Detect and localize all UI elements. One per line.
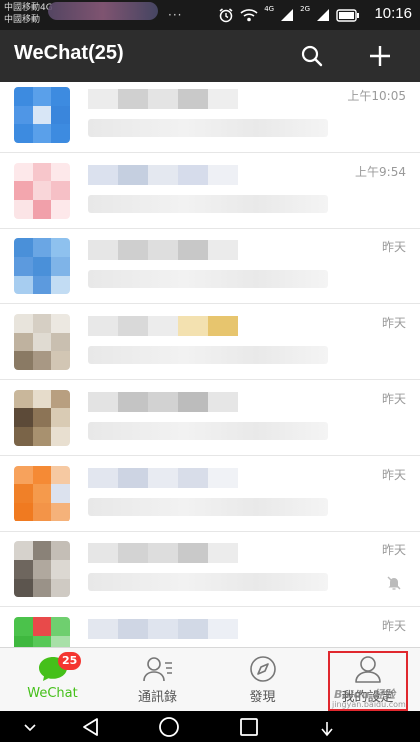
- alarm-icon: [218, 7, 234, 23]
- network-type-label-2: 2G: [300, 5, 310, 13]
- chat-row[interactable]: 昨天: [0, 228, 420, 305]
- avatar: [14, 616, 70, 647]
- chat-time: 昨天: [381, 618, 406, 633]
- chat-row[interactable]: 昨天: [0, 456, 420, 532]
- person-icon: [352, 654, 384, 684]
- carrier-label-1: 中國移動4G: [4, 3, 53, 13]
- message-preview-blurred: [88, 497, 328, 516]
- chat-time: 昨天: [381, 391, 406, 406]
- back-button[interactable]: [80, 716, 102, 738]
- contact-name-blurred: [88, 391, 238, 412]
- battery-icon: [336, 8, 360, 22]
- app-bar: WeChat(25): [0, 30, 420, 82]
- recents-button[interactable]: [238, 716, 260, 738]
- recents-square-icon: [240, 718, 258, 736]
- tab-label-discover: 發現: [249, 690, 276, 705]
- avatar: [14, 389, 70, 446]
- notification-blur: [48, 2, 158, 20]
- chat-row[interactable]: 昨天: [0, 304, 420, 381]
- contacts-icon: [142, 654, 174, 684]
- download-arrow-icon: [321, 722, 333, 737]
- contact-name-blurred: [88, 89, 238, 109]
- carrier-label-2: 中國移動: [4, 15, 41, 25]
- chevron-down-icon: [24, 724, 36, 732]
- unread-badge: 25: [58, 652, 82, 670]
- tab-discover[interactable]: 發現: [210, 648, 315, 712]
- contact-name-blurred: [88, 240, 238, 261]
- download-button[interactable]: [320, 721, 334, 739]
- message-preview-blurred: [88, 421, 328, 440]
- home-button[interactable]: [158, 716, 180, 738]
- chat-time: 上午10:05: [347, 89, 406, 103]
- chat-row[interactable]: 昨天: [0, 607, 420, 647]
- chat-time: 上午9:54: [355, 164, 406, 179]
- message-preview-blurred: [88, 194, 328, 213]
- search-button[interactable]: [296, 40, 328, 72]
- signal-icon-2: [316, 8, 330, 22]
- chat-time: 昨天: [381, 467, 406, 482]
- more-notifications-indicator: ···: [168, 8, 183, 22]
- collapse-button[interactable]: [22, 719, 38, 735]
- chat-time: 昨天: [381, 316, 406, 331]
- network-type-label-1: 4G: [264, 5, 275, 13]
- message-preview-blurred: [88, 270, 328, 289]
- system-nav-bar: [0, 711, 420, 742]
- chat-row[interactable]: 昨天: [0, 531, 420, 608]
- tab-label-contacts: 通訊錄: [137, 690, 177, 705]
- avatar: [14, 465, 70, 522]
- back-triangle-icon: [83, 718, 98, 736]
- wifi-icon: [240, 8, 258, 22]
- message-preview-blurred: [88, 573, 328, 592]
- avatar: [14, 314, 70, 371]
- contact-name-blurred: [88, 316, 238, 337]
- muted-bell-icon: [386, 575, 402, 595]
- chat-row[interactable]: 昨天: [0, 380, 420, 456]
- tab-contacts[interactable]: 通訊錄: [105, 648, 210, 712]
- plus-icon: [370, 46, 390, 66]
- status-time: 10:16: [374, 5, 412, 22]
- avatar: [14, 238, 70, 295]
- contact-name-blurred: [88, 618, 238, 639]
- status-bar: 中國移動4G 中國移動 ··· 4G 2G 10:16: [0, 0, 420, 30]
- add-button[interactable]: [364, 40, 396, 72]
- chat-list[interactable]: 上午10:05 上午9:54 昨天 昨天 昨天 昨天 昨天 昨天: [0, 82, 420, 647]
- message-preview-blurred: [88, 346, 328, 365]
- app-title: WeChat(25): [14, 42, 124, 64]
- contact-name-blurred: [88, 164, 238, 185]
- watermark-url: jingyan.baidu.com: [332, 700, 406, 709]
- contact-name-blurred: [88, 467, 238, 488]
- avatar: [14, 541, 70, 598]
- status-icons: 4G 2G: [218, 5, 360, 25]
- avatar: [14, 162, 70, 219]
- search-icon: [301, 45, 323, 67]
- contact-name-blurred: [88, 543, 238, 564]
- message-preview-blurred: [88, 119, 328, 137]
- home-circle-icon: [159, 717, 179, 737]
- tab-label-wechat: WeChat: [27, 686, 78, 701]
- chat-time: 昨天: [381, 543, 406, 558]
- chat-row[interactable]: 上午10:05: [0, 82, 420, 153]
- avatar: [14, 87, 70, 143]
- compass-icon: [247, 654, 279, 684]
- chat-row[interactable]: 上午9:54: [0, 153, 420, 229]
- signal-icon: [280, 8, 294, 22]
- tab-wechat[interactable]: 25 WeChat: [0, 648, 105, 712]
- chat-time: 昨天: [381, 240, 406, 255]
